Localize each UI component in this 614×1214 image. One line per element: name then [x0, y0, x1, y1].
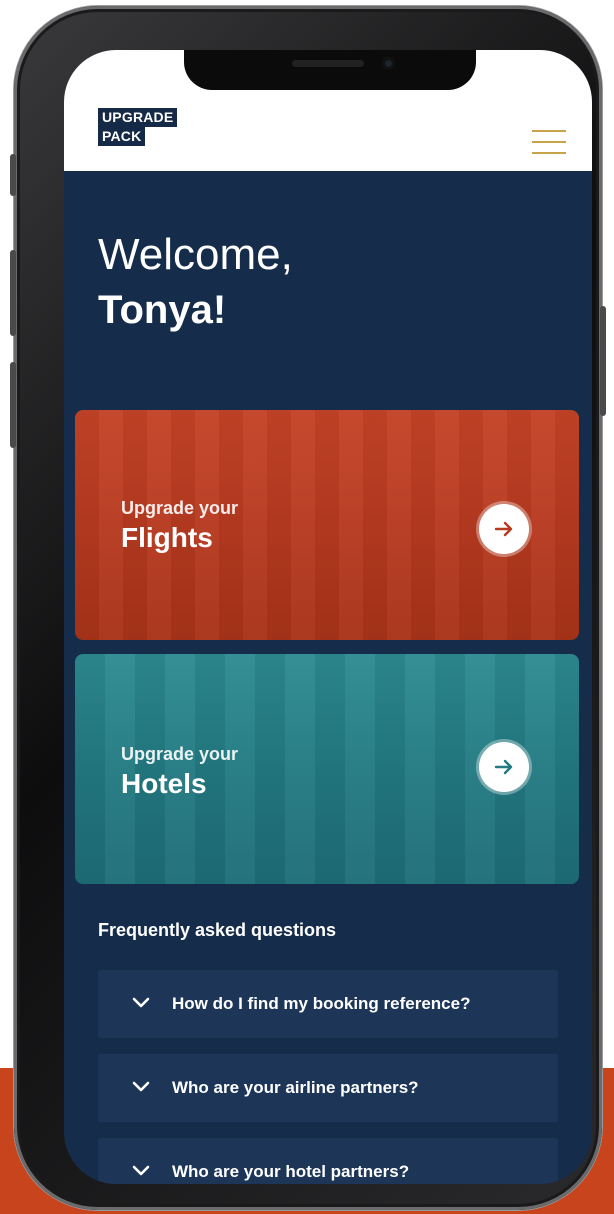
- flights-arrow-button[interactable]: [479, 504, 529, 554]
- faq-question: Who are your hotel partners?: [172, 1162, 410, 1181]
- phone-volume-down-button: [10, 362, 16, 448]
- welcome-user-name: Tonya!: [98, 288, 227, 332]
- app-screen: UPGRADE PACK Welcome, Tonya! Upgrade you…: [64, 50, 592, 1184]
- faq-question: How do I find my booking reference?: [172, 994, 471, 1013]
- faq-heading: Frequently asked questions: [98, 920, 337, 940]
- upgrade-pack-logo[interactable]: UPGRADE PACK: [98, 108, 178, 146]
- hotels-card-title: Hotels: [121, 768, 207, 799]
- arrow-right-icon: [494, 759, 513, 775]
- upgrade-flights-card[interactable]: Upgrade your Flights: [75, 410, 579, 640]
- phone-notch: [184, 50, 476, 90]
- logo-line-1: UPGRADE: [98, 108, 178, 127]
- hotels-arrow-button[interactable]: [479, 742, 529, 792]
- hamburger-menu-icon[interactable]: [532, 130, 566, 154]
- faq-item-airline-partners[interactable]: Who are your airline partners?: [98, 1054, 558, 1122]
- upgrade-hotels-card[interactable]: Upgrade your Hotels: [75, 654, 579, 884]
- faq-question: Who are your airline partners?: [172, 1078, 419, 1097]
- faq-item-booking-reference[interactable]: How do I find my booking reference?: [98, 970, 558, 1038]
- phone-frame: UPGRADE PACK Welcome, Tonya! Upgrade you…: [10, 6, 606, 1210]
- faq-item-hotel-partners[interactable]: Who are your hotel partners?: [98, 1138, 558, 1184]
- hotels-card-subtitle: Upgrade your: [121, 744, 239, 764]
- phone-volume-up-button: [10, 250, 16, 336]
- front-camera: [382, 57, 395, 70]
- arrow-right-icon: [494, 521, 513, 537]
- logo-line-2: PACK: [98, 127, 146, 146]
- phone-power-button: [600, 306, 606, 416]
- flights-card-title: Flights: [121, 522, 213, 553]
- flights-card-subtitle: Upgrade your: [121, 498, 239, 518]
- chevron-down-icon: [132, 997, 150, 1008]
- chevron-down-icon: [132, 1165, 150, 1176]
- speaker-grille: [292, 60, 364, 67]
- welcome-heading: Welcome, Tonya!: [98, 228, 293, 338]
- welcome-greeting: Welcome,: [98, 230, 293, 279]
- phone-mute-switch: [10, 154, 16, 196]
- chevron-down-icon: [132, 1081, 150, 1092]
